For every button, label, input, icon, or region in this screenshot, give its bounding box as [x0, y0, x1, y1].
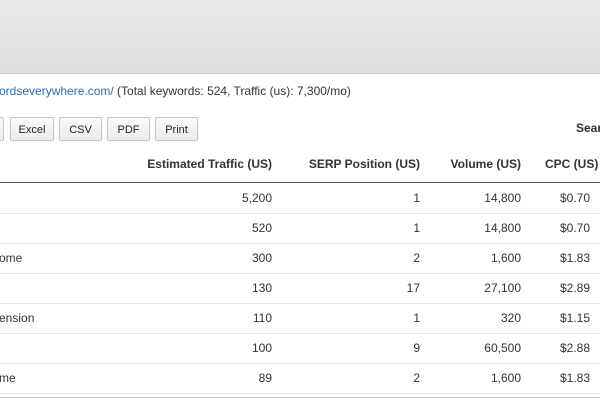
- traffic-cell: 100: [251, 341, 272, 355]
- volume-cell: 14,800: [484, 191, 521, 205]
- header-cpc[interactable]: CPC (US): [545, 157, 600, 171]
- table-row: 100 9 60,500 $2.88: [0, 333, 600, 364]
- summary-text: (Total keywords: 524, Traffic (us): 7,30…: [113, 84, 351, 98]
- table-bottom-border: [0, 397, 600, 398]
- copy-button[interactable]: [0, 117, 4, 141]
- traffic-cell: 520: [251, 221, 272, 235]
- table-row: ension 110 1 320 $1.15: [0, 303, 600, 334]
- print-button[interactable]: Print: [155, 117, 198, 141]
- position-cell: 9: [413, 341, 420, 355]
- volume-cell: 320: [500, 311, 521, 325]
- position-cell: 2: [413, 251, 420, 265]
- position-cell: 1: [413, 191, 420, 205]
- header-volume[interactable]: Volume (US): [440, 157, 521, 171]
- keyword-cell: ension: [0, 311, 35, 325]
- position-cell: 17: [406, 281, 420, 295]
- table-row: ome 300 2 1,600 $1.83: [0, 243, 600, 274]
- volume-cell: 1,600: [490, 371, 521, 385]
- volume-cell: 60,500: [484, 341, 521, 355]
- position-cell: 2: [413, 371, 420, 385]
- table-row: me 89 2 1,600 $1.83: [0, 363, 600, 394]
- keyword-cell: ome: [0, 251, 23, 265]
- csv-button[interactable]: CSV: [59, 117, 102, 141]
- traffic-cell: 110: [252, 311, 272, 325]
- volume-cell: 14,800: [484, 221, 521, 235]
- table-row: 520 1 14,800 $0.70: [0, 213, 600, 244]
- cpc-cell: $2.88: [560, 341, 591, 355]
- table-row: 5,200 1 14,800 $0.70: [0, 183, 600, 214]
- domain-summary: ordseverywhere.com/ (Total keywords: 524…: [0, 84, 351, 98]
- header-serp-position[interactable]: SERP Position (US): [300, 157, 420, 171]
- volume-cell: 27,100: [484, 281, 521, 295]
- traffic-cell: 5,200: [241, 191, 272, 205]
- cpc-cell: $1.15: [560, 311, 591, 325]
- cpc-cell: $2.89: [560, 281, 591, 295]
- pdf-button[interactable]: PDF: [107, 117, 150, 141]
- keyword-cell: me: [0, 371, 16, 385]
- cpc-cell: $1.83: [560, 251, 591, 265]
- cpc-cell: $1.83: [560, 371, 591, 385]
- traffic-cell: 89: [258, 371, 272, 385]
- domain-link[interactable]: ordseverywhere.com/: [0, 84, 114, 98]
- header-estimated-traffic[interactable]: Estimated Traffic (US): [144, 157, 272, 171]
- top-toolbar-area: [0, 0, 600, 74]
- cpc-cell: $0.70: [560, 221, 591, 235]
- position-cell: 1: [413, 311, 420, 325]
- traffic-cell: 130: [251, 281, 272, 295]
- cpc-cell: $0.70: [560, 191, 591, 205]
- table-row: 130 17 27,100 $2.89: [0, 273, 600, 304]
- traffic-cell: 300: [251, 251, 272, 265]
- volume-cell: 1,600: [490, 251, 521, 265]
- search-label: Sear: [576, 121, 600, 135]
- position-cell: 1: [413, 221, 420, 235]
- excel-button[interactable]: Excel: [10, 117, 54, 141]
